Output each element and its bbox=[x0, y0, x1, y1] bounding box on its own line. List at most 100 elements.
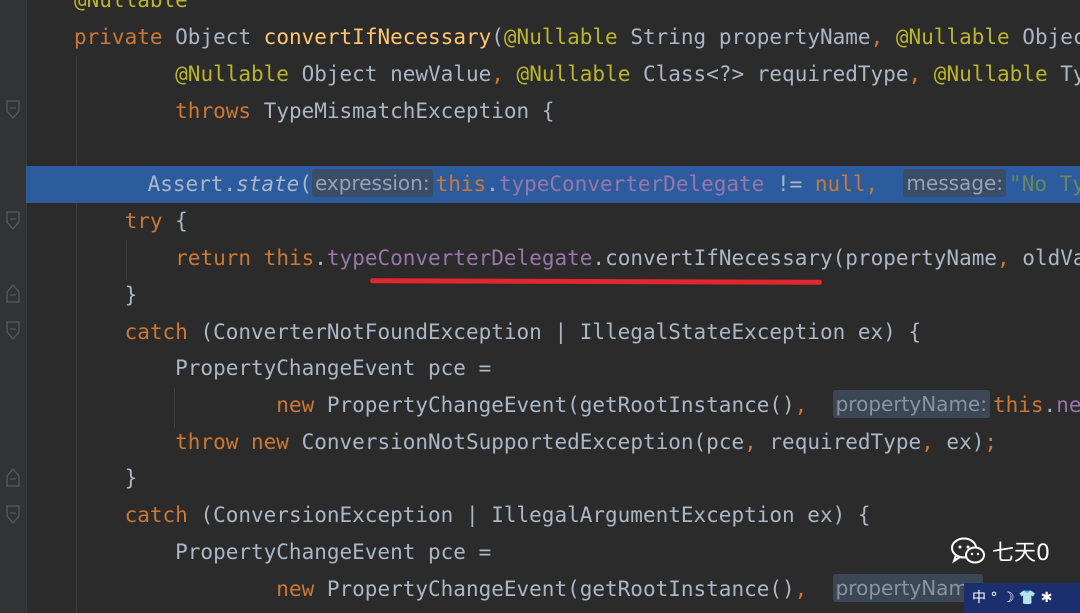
code-token: Object o bbox=[1022, 25, 1080, 49]
code-token: , bbox=[794, 393, 833, 417]
code-line[interactable] bbox=[26, 130, 1080, 167]
code-token: TypeMismatchException { bbox=[263, 99, 555, 123]
code-token: ( bbox=[299, 172, 312, 196]
code-token: throws bbox=[175, 99, 264, 123]
code-token: return bbox=[175, 246, 264, 270]
code-line[interactable]: new PropertyChangeEvent(getRootInstance(… bbox=[26, 387, 1080, 424]
fold-marker-icon[interactable] bbox=[5, 320, 21, 342]
code-line[interactable]: PropertyChangeEvent pce = bbox=[26, 534, 1080, 571]
code-token: , bbox=[921, 430, 947, 454]
code-token: { bbox=[175, 209, 188, 233]
code-token: , bbox=[997, 246, 1023, 270]
editor-gutter[interactable] bbox=[0, 0, 27, 613]
code-token: catch bbox=[124, 320, 201, 344]
code-token: TypeDesc bbox=[1060, 62, 1080, 86]
code-token: @Nullable bbox=[74, 0, 188, 12]
code-line[interactable]: throws TypeMismatchException { bbox=[26, 93, 1080, 130]
ime-toolbar-badge[interactable]: 中 ° ☽ 👕 ✱ bbox=[964, 583, 1080, 613]
code-token: this bbox=[435, 172, 487, 196]
code-token: try bbox=[124, 209, 176, 233]
code-line[interactable]: PropertyChangeEvent pce = bbox=[26, 350, 1080, 387]
code-line[interactable]: @Nullable bbox=[26, 0, 1080, 19]
fold-marker-icon[interactable] bbox=[5, 504, 21, 526]
code-token: ; bbox=[984, 430, 998, 454]
code-token: null bbox=[814, 172, 866, 196]
code-token: (ConverterNotFoundException | IllegalSta… bbox=[200, 320, 922, 344]
code-token: typeConverterDelegate bbox=[498, 172, 765, 196]
code-token: typeConverterDelegate bbox=[326, 246, 593, 270]
code-token: , bbox=[908, 62, 934, 86]
code-token: . bbox=[1043, 393, 1057, 417]
code-token: PropertyChangeEvent(getRootInstance() bbox=[326, 393, 795, 417]
parameter-hint: propertyName bbox=[832, 574, 984, 602]
code-token: Object newValue bbox=[301, 62, 492, 86]
code-token: @Nullable bbox=[895, 25, 1023, 49]
code-editor[interactable]: @Nullable private Object convertIfNecessa… bbox=[26, 0, 1080, 613]
code-line[interactable]: catch (ConversionException | IllegalArgu… bbox=[26, 497, 1080, 534]
code-token: PropertyChangeEvent pce = bbox=[74, 540, 492, 564]
code-token: ( bbox=[491, 25, 504, 49]
code-token: new bbox=[276, 393, 327, 417]
code-line[interactable]: throw new ConversionNotSupportedExceptio… bbox=[26, 424, 1080, 461]
code-token: this bbox=[992, 393, 1044, 417]
code-token: throw new bbox=[175, 430, 302, 454]
code-token: oldValue bbox=[1022, 246, 1080, 270]
code-token: Object bbox=[175, 25, 264, 49]
code-token: nestedPa bbox=[1056, 393, 1080, 417]
code-token: . bbox=[486, 172, 499, 196]
watermark-text: 七天0 bbox=[992, 541, 1050, 566]
code-line-current[interactable]: Assert.state(expression: this.typeConvert… bbox=[26, 166, 1080, 203]
parameter-hint: expression: bbox=[311, 169, 433, 197]
wechat-icon bbox=[951, 537, 985, 564]
code-token: != bbox=[764, 172, 815, 196]
code-token: PropertyChangeEvent(getRootInstance() bbox=[326, 577, 795, 601]
code-token: , bbox=[744, 430, 770, 454]
code-line[interactable]: private Object convertIfNecessary(@Nulla… bbox=[26, 19, 1080, 56]
parameter-hint: message: bbox=[903, 169, 1007, 197]
code-token: ConversionNotSupportedException(pce bbox=[301, 430, 745, 454]
code-token: Assert. bbox=[97, 172, 237, 196]
code-token: , bbox=[794, 577, 833, 601]
code-token: } bbox=[74, 466, 138, 490]
code-line[interactable]: catch (ConverterNotFoundException | Ille… bbox=[26, 314, 1080, 351]
unfold-marker-icon[interactable] bbox=[5, 466, 21, 488]
code-token: String propertyName bbox=[630, 25, 871, 49]
code-token: state bbox=[236, 172, 300, 196]
code-token: (ConversionException | IllegalArgumentEx… bbox=[200, 503, 871, 527]
code-token: convertIfNecessary bbox=[263, 25, 492, 49]
fold-marker-icon[interactable] bbox=[5, 99, 21, 121]
watermark: 七天0 bbox=[950, 535, 1050, 567]
code-token: } bbox=[74, 283, 138, 307]
code-token: private bbox=[74, 25, 176, 49]
code-token: catch bbox=[124, 503, 201, 527]
code-token: , bbox=[491, 62, 517, 86]
code-token: .convertIfNecessary(propertyName bbox=[592, 246, 997, 270]
code-token: @Nullable bbox=[503, 25, 631, 49]
parameter-hint: propertyName: bbox=[832, 390, 990, 418]
code-line[interactable]: try { bbox=[26, 203, 1080, 240]
code-token: PropertyChangeEvent pce = bbox=[74, 356, 492, 380]
code-token: , bbox=[870, 25, 896, 49]
code-line[interactable]: new PropertyChangeEvent(getRootInstance(… bbox=[26, 571, 1080, 608]
code-line[interactable]: @Nullable Object newValue, @Nullable Cla… bbox=[26, 56, 1080, 93]
code-line[interactable]: return this.typeConverterDelegate.conver… bbox=[26, 240, 1080, 277]
code-token: , bbox=[865, 172, 904, 196]
code-token: this bbox=[263, 246, 315, 270]
code-token: new bbox=[276, 577, 327, 601]
code-token: Class<?> requiredType bbox=[642, 62, 909, 86]
code-token: @Nullable bbox=[175, 62, 302, 86]
unfold-marker-icon[interactable] bbox=[5, 282, 21, 304]
code-line[interactable]: } bbox=[26, 460, 1080, 497]
fold-marker-icon[interactable] bbox=[5, 210, 21, 232]
code-token: @Nullable bbox=[933, 62, 1061, 86]
code-token: "No TypeCon bbox=[1009, 172, 1080, 196]
